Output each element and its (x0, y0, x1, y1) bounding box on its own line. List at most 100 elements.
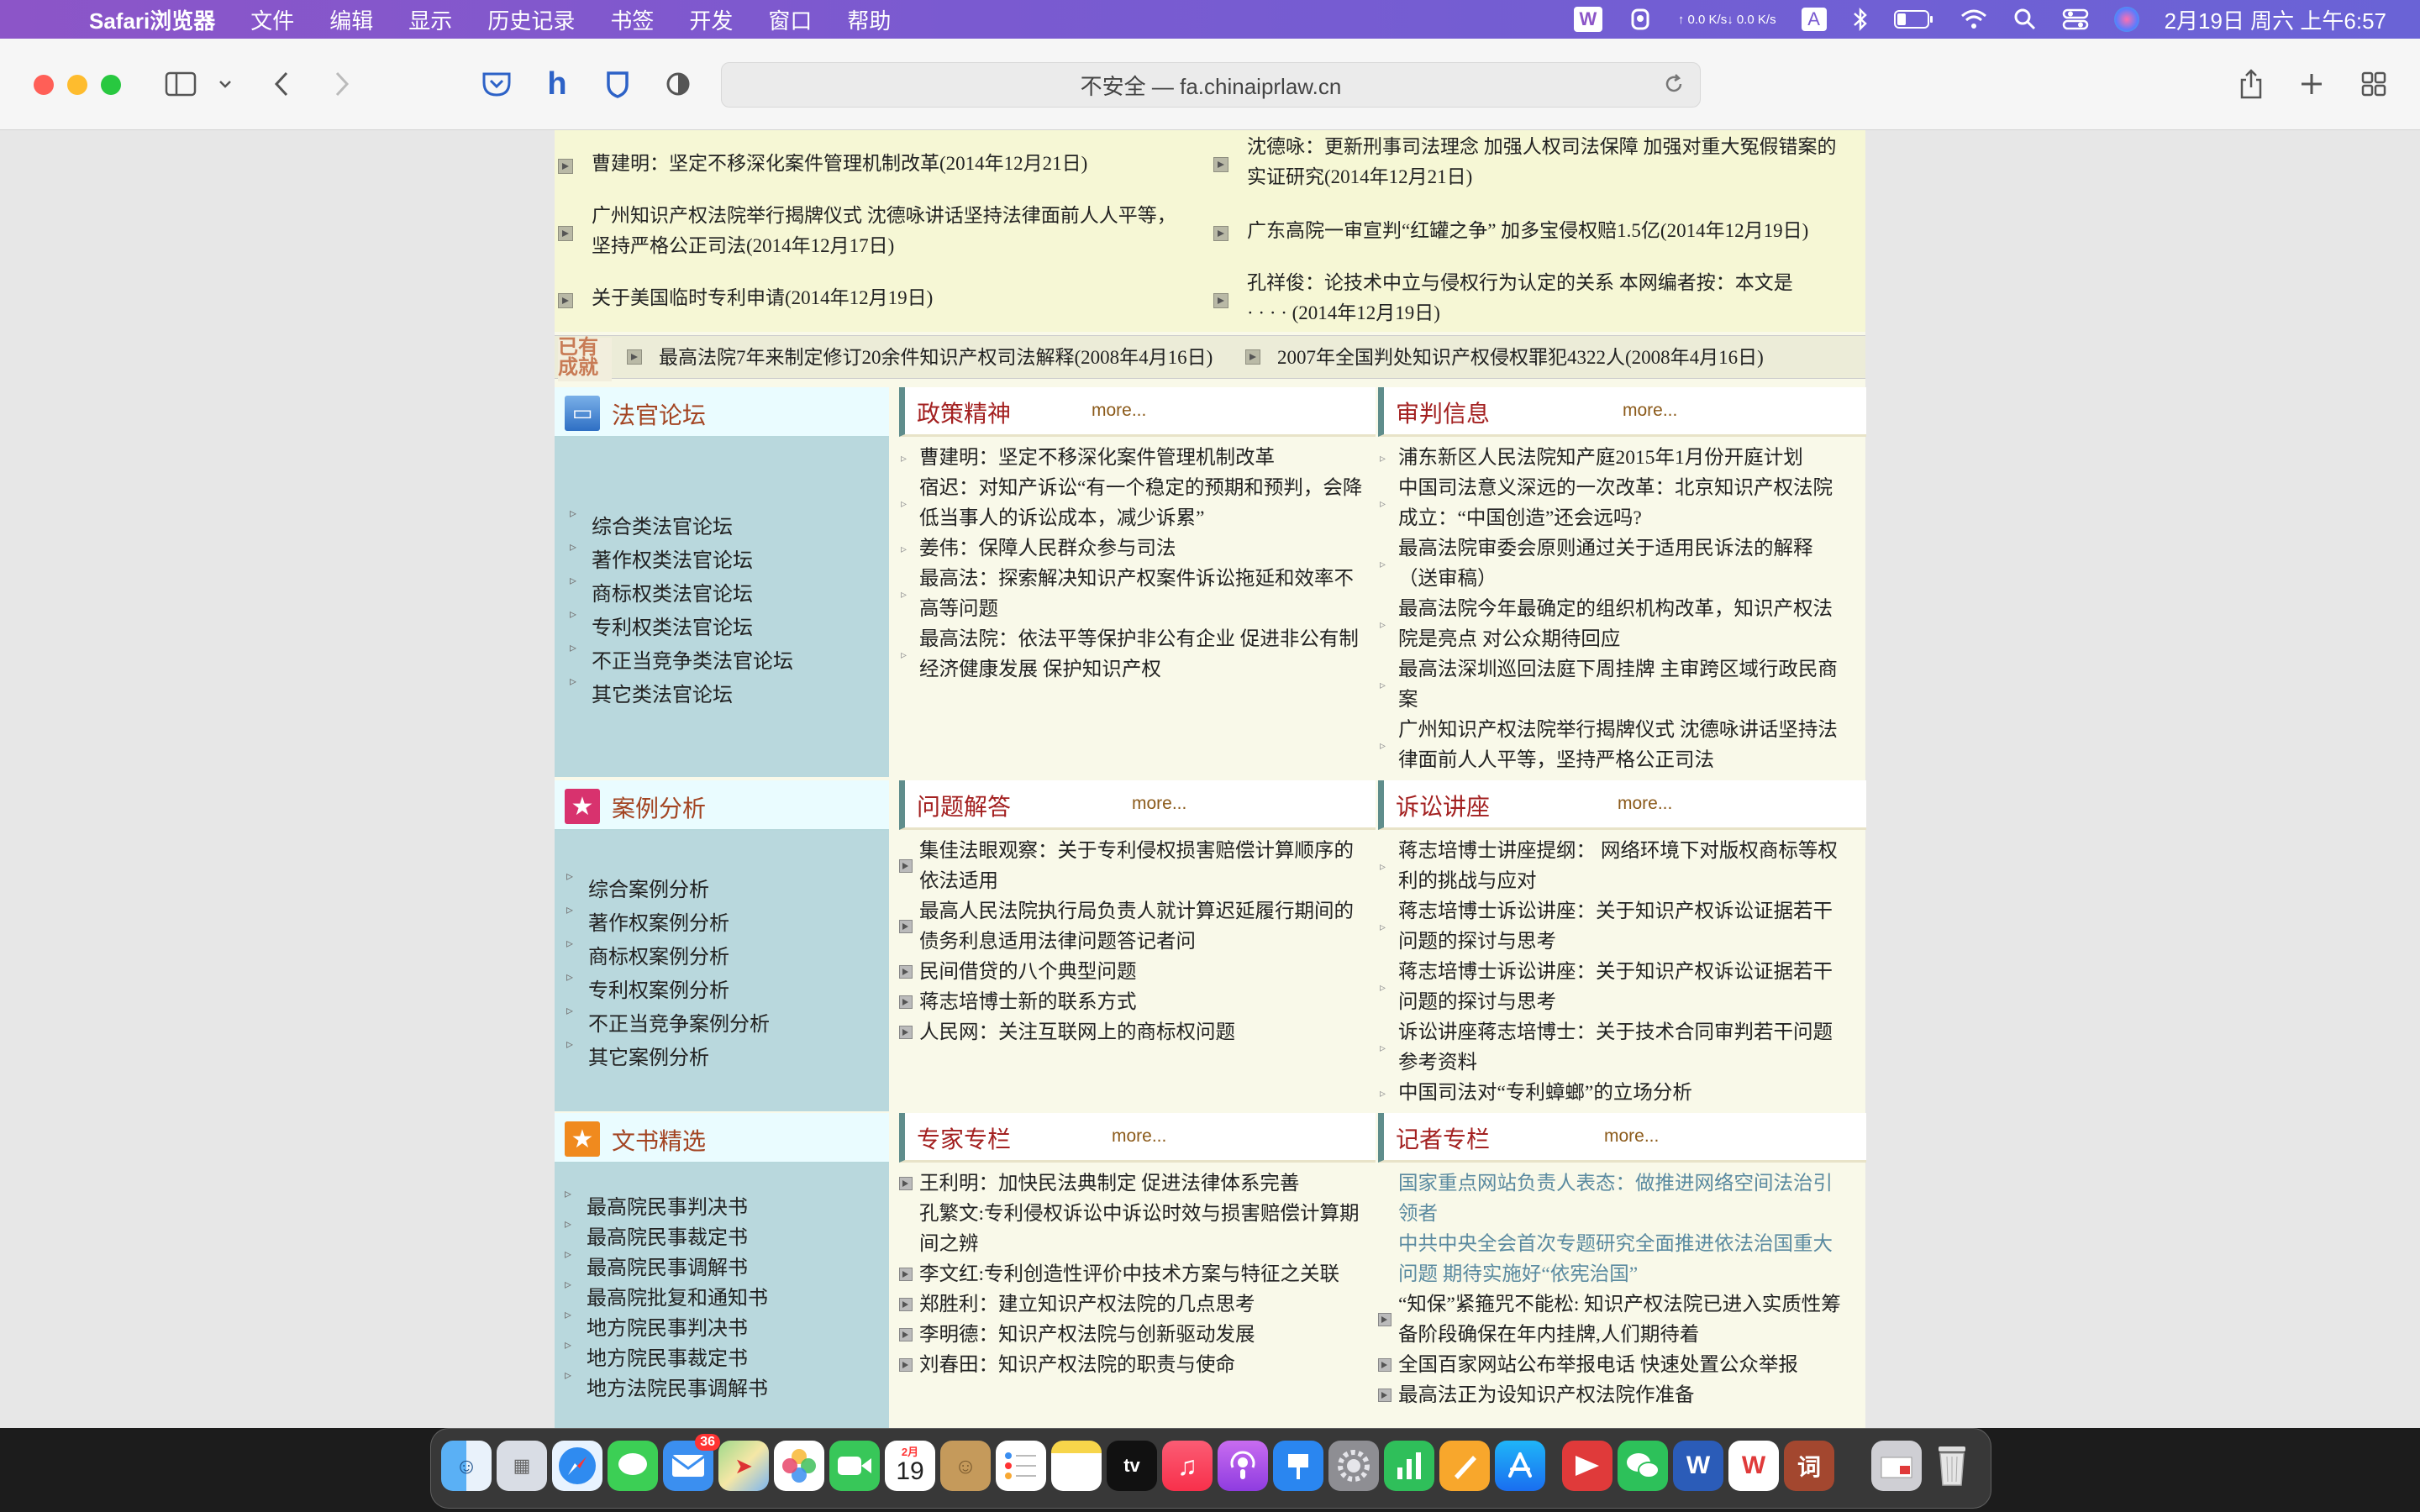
reminders-icon[interactable] (996, 1441, 1046, 1491)
forward-icon[interactable] (329, 67, 355, 101)
news-link[interactable]: 曹建明：坚定不移深化案件管理机制改革(2014年12月21日) (558, 149, 1087, 179)
agent-status-icon[interactable] (1628, 7, 1653, 32)
news-link[interactable]: 广东高院一审宣判“红罐之争” 加多宝侵权赔1.5亿(2014年12月19日) (1213, 216, 1808, 246)
list-item[interactable]: 郑胜利：建立知识产权法院的几点思考 (899, 1289, 1255, 1320)
keynote-icon[interactable] (1273, 1441, 1323, 1491)
system-preferences-icon[interactable] (1328, 1441, 1379, 1491)
wifi-icon[interactable] (1960, 8, 1988, 31)
litigation-lecture-title[interactable]: 诉讼讲座 (1396, 789, 1490, 822)
sidebar-link[interactable]: 专利权案例分析 (566, 969, 729, 1003)
facetime-icon[interactable] (829, 1441, 880, 1491)
qa-title[interactable]: 问题解答 (917, 789, 1011, 822)
pocket-extension-icon[interactable] (481, 67, 513, 101)
launchpad-icon[interactable]: ▦ (497, 1441, 547, 1491)
downloads-stack-icon[interactable] (1871, 1441, 1922, 1491)
list-item[interactable]: 集佳法眼观察：关于专利侵权损害赔偿计算顺序的 依法适用 (899, 836, 1354, 896)
sidebar-link[interactable]: 最高院民事判决书 (565, 1185, 748, 1220)
more-link[interactable]: more... (1623, 401, 1677, 421)
list-item[interactable]: 刘春田：知识产权法院的职责与使命 (899, 1350, 1235, 1380)
reporter-column-title[interactable]: 记者专栏 (1396, 1121, 1490, 1155)
battery-icon[interactable] (1893, 8, 1934, 30)
podcasts-icon[interactable] (1218, 1441, 1268, 1491)
list-item[interactable]: 人民网：关注互联网上的商标权问题 (899, 1017, 1235, 1047)
sidebar-link[interactable]: 不正当竞争类法官论坛 (570, 639, 793, 674)
spotlight-search-icon[interactable] (2013, 8, 2037, 31)
control-center-icon[interactable] (2062, 8, 2089, 31)
list-item[interactable]: 最高人民法院执行局负责人就计算迟延履行期间的 债务利息适用法律问题答记者问 (899, 896, 1354, 957)
new-tab-icon[interactable] (2296, 67, 2328, 101)
sidebar-link[interactable]: 综合类法官论坛 (570, 505, 733, 539)
share-icon[interactable] (2235, 67, 2267, 101)
documents-title[interactable]: 文书精选 (612, 1123, 706, 1157)
menu-bookmarks[interactable]: 书签 (610, 4, 654, 35)
sidebar-link[interactable]: 不正当竞争案例分析 (566, 1002, 770, 1037)
menu-edit[interactable]: 编辑 (329, 4, 373, 35)
tab-overview-icon[interactable] (2358, 67, 2390, 101)
back-icon[interactable] (269, 67, 294, 101)
trial-info-title[interactable]: 审判信息 (1396, 396, 1490, 429)
list-item[interactable]: ▹ 广州知识产权法院举行揭牌仪式 沈德咏讲话坚持法 律面前人人平等，坚持严格公正司法 (1380, 715, 1838, 775)
menu-window[interactable]: 窗口 (768, 4, 812, 35)
window-minimize-button[interactable] (67, 75, 87, 95)
photos-icon[interactable] (774, 1441, 824, 1491)
calendar-icon[interactable]: 2月 19 (885, 1441, 935, 1491)
more-link[interactable]: more... (1604, 1126, 1659, 1147)
shield-extension-icon[interactable] (602, 67, 634, 101)
list-item[interactable]: 李文红:专利创造性评价中技术方案与特征之关联 (899, 1259, 1339, 1289)
sidebar-link[interactable]: 地方院民事判决书 (565, 1306, 748, 1341)
sidebar-link[interactable]: 专利权类法官论坛 (570, 606, 753, 640)
window-zoom-button[interactable] (101, 75, 121, 95)
wechat-icon[interactable] (1618, 1441, 1668, 1491)
pages-icon[interactable] (1439, 1441, 1490, 1491)
menu-file[interactable]: 文件 (250, 4, 294, 35)
sidebar-link[interactable]: 地方法院民事调解书 (565, 1367, 768, 1401)
finder-icon[interactable]: ☺ (441, 1441, 492, 1491)
list-item[interactable]: ▹ 最高法院今年最确定的组织机构改革，知识产权法 院是亮点 对公众期待回应 (1380, 594, 1833, 654)
expert-column-title[interactable]: 专家专栏 (917, 1121, 1011, 1155)
list-item[interactable]: ▹ 曹建明：坚定不移深化案件管理机制改革 (901, 443, 1275, 473)
chevron-down-icon[interactable] (217, 67, 234, 101)
wps-status-icon[interactable]: W (1573, 7, 1602, 32)
sidebar-link[interactable]: 综合案例分析 (566, 868, 709, 902)
dark-mode-extension-icon[interactable] (662, 67, 694, 101)
sidebar-link[interactable]: 最高院民事调解书 (565, 1246, 748, 1280)
list-item[interactable]: “知保”紧箍咒不能松: 知识产权法院已进入实质性筹 备阶段确保在年内挂牌,人们期待… (1378, 1289, 1841, 1350)
trash-icon[interactable] (1927, 1441, 1977, 1491)
more-link[interactable]: more... (1092, 401, 1146, 421)
news-link[interactable]: 关于美国临时专利申请(2014年12月19日) (558, 283, 933, 313)
list-item[interactable]: ▹ 蒋志培博士诉讼讲座：关于知识产权诉讼证据若干 问题的探讨与思考 (1380, 896, 1833, 957)
input-method-icon[interactable]: A (1801, 8, 1827, 31)
list-item[interactable]: 李明德：知识产权法院与创新驱动发展 (899, 1320, 1255, 1350)
window-close-button[interactable] (34, 75, 54, 95)
list-item[interactable]: 中共中央全会首次专题研究全面推进依法治国重大 问题 期待实施好“依宪治国” (1398, 1229, 1833, 1289)
sidebar-link[interactable]: 商标权类法官论坛 (570, 572, 753, 606)
list-item[interactable]: ▹ 最高法院：依法平等保护非公有企业 促进非公有制 经济健康发展 保护知识产权 (901, 624, 1359, 685)
list-item[interactable]: ▹ 最高法院审委会原则通过关于适用民诉法的解释 （送审稿） (1380, 533, 1813, 594)
dictionary-icon[interactable]: 词 (1784, 1441, 1834, 1491)
menubar-clock[interactable]: 2月19日 周六 上午6:57 (2165, 4, 2386, 35)
sidebar-link[interactable]: 最高院民事裁定书 (565, 1215, 748, 1250)
menu-develop[interactable]: 开发 (689, 4, 733, 35)
menu-view[interactable]: 显示 (408, 4, 452, 35)
sidebar-link[interactable]: 地方院民事裁定书 (565, 1336, 748, 1371)
list-item[interactable]: 全国百家网站公布举报电话 快速处置公众举报 (1378, 1350, 1798, 1380)
list-item[interactable]: 孔繁文:专利侵权诉讼中诉讼时效与损害赔偿计算期 间之辨 (919, 1199, 1360, 1259)
maps-icon[interactable]: ➤ (718, 1441, 769, 1491)
music-icon[interactable]: ♫ (1162, 1441, 1213, 1491)
menu-history[interactable]: 历史记录 (487, 4, 575, 35)
contacts-icon[interactable]: ☺ (940, 1441, 991, 1491)
list-item[interactable]: 王利明：加快民法典制定 促进法律体系完善 (899, 1168, 1299, 1199)
bluetooth-icon[interactable] (1852, 7, 1869, 32)
list-item[interactable]: ▹ 中国司法意义深远的一次改革：北京知识产权法院 成立：“中国创造”还会远吗? (1380, 473, 1833, 533)
menu-app-name[interactable]: Safari浏览器 (89, 4, 215, 35)
messages-icon[interactable] (608, 1441, 658, 1491)
word-icon[interactable]: W (1673, 1441, 1723, 1491)
list-item[interactable]: ▹ 姜伟：保障人民群众参与司法 (901, 533, 1176, 564)
list-item[interactable]: 最高法正为设知识产权法院作准备 (1378, 1380, 1695, 1410)
sidebar-link[interactable]: 最高院批复和通知书 (565, 1276, 768, 1310)
more-link[interactable]: more... (1618, 794, 1672, 814)
honey-extension-icon[interactable]: h (541, 66, 573, 102)
reload-icon[interactable] (1663, 73, 1685, 101)
list-item[interactable]: ▹ 浦东新区人民法院知产庭2015年1月份开庭计划 (1380, 443, 1803, 473)
list-item[interactable]: ▹ 中国司法对“专利蟑螂”的立场分析 (1380, 1078, 1692, 1108)
